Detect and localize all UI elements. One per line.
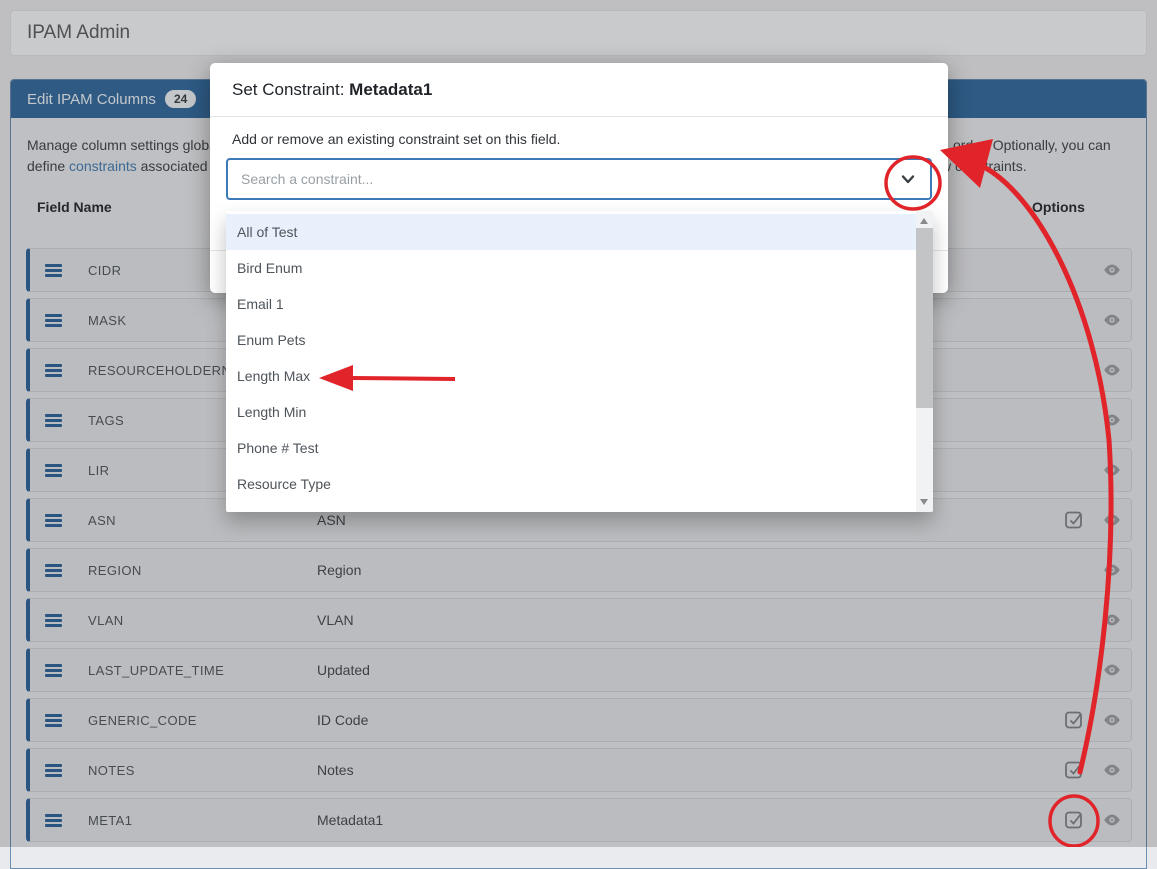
dropdown-option[interactable]: Enum Pets (226, 322, 933, 358)
dropdown-option[interactable]: Length Max (226, 358, 933, 394)
dropdown-option[interactable]: Phone # Test (226, 430, 933, 466)
dropdown-option[interactable]: All of Test (226, 214, 933, 250)
scrollbar-thumb[interactable] (916, 228, 933, 408)
dropdown-scrollbar[interactable] (916, 211, 933, 512)
scrollbar-down-arrow-icon[interactable] (920, 499, 928, 505)
dropdown-toggle-button[interactable] (898, 169, 918, 189)
dropdown-option[interactable]: Resource Type (226, 466, 933, 502)
modal-instruction-text: Add or remove an existing constraint set… (226, 131, 932, 147)
constraint-option-list: All of TestBird EnumEmail 1Enum PetsLeng… (226, 211, 933, 502)
dropdown-option[interactable]: Email 1 (226, 286, 933, 322)
constraint-dropdown: All of TestBird EnumEmail 1Enum PetsLeng… (226, 211, 933, 512)
dropdown-option[interactable]: Length Min (226, 394, 933, 430)
dropdown-option[interactable]: Bird Enum (226, 250, 933, 286)
modal-title-field-name: Metadata1 (349, 80, 432, 99)
scrollbar-up-arrow-icon[interactable] (920, 218, 928, 224)
modal-title: Set Constraint: Metadata1 (210, 63, 948, 117)
constraint-search-input[interactable] (226, 158, 932, 200)
chevron-down-icon (898, 169, 918, 189)
